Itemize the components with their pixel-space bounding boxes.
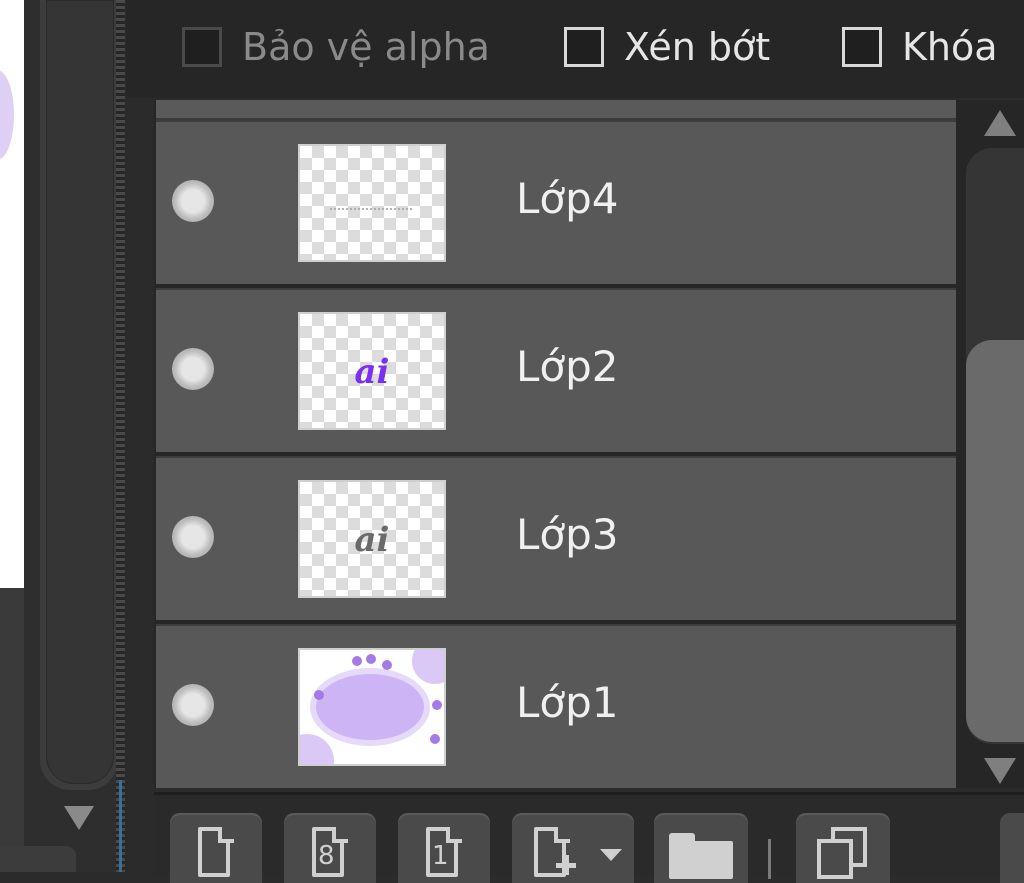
thumbnail-oval (316, 674, 424, 740)
alpha-protect-checkbox[interactable] (182, 27, 222, 67)
layer-options-bar: Bảo vệ alpha Xén bớt Khóa (126, 0, 1024, 98)
scrollbar-thumb[interactable] (966, 340, 1024, 742)
layer-name: Lớp1 (516, 678, 619, 727)
toolbar-button-partial[interactable] (1000, 813, 1024, 883)
new-layer-button[interactable] (170, 813, 262, 883)
new-folder-button[interactable] (654, 813, 748, 883)
duplicate-layer-button[interactable] (796, 813, 890, 883)
new-layer-plus-icon (534, 827, 576, 877)
splitter-accent (119, 780, 122, 872)
clip-option[interactable]: Xén bớt (564, 22, 770, 72)
alpha-protect-option[interactable]: Bảo vệ alpha (182, 22, 490, 72)
layer-thumbnail: ai (298, 480, 446, 598)
thumbnail-dot (432, 700, 442, 710)
lock-option[interactable]: Khóa (842, 22, 998, 72)
clip-label: Xén bớt (624, 25, 771, 69)
scroll-down-icon[interactable] (984, 758, 1016, 784)
new-1bit-layer-icon: 1 (426, 827, 462, 877)
glyph-1: 1 (432, 841, 449, 871)
layer-row[interactable]: ai Lớp2 (156, 288, 956, 452)
copy-front-page (817, 839, 853, 879)
thumbnail-dot (430, 734, 440, 744)
layer-name: Lớp4 (516, 174, 619, 223)
layer-row-partial[interactable] (156, 100, 956, 121)
new-8bit-layer-icon: 8 (312, 827, 348, 877)
new-1bit-layer-button[interactable]: 1 (398, 813, 490, 883)
visibility-toggle-icon[interactable] (172, 348, 214, 390)
layer-name: Lớp2 (516, 342, 619, 391)
thumbnail-dot (382, 660, 392, 670)
layer-name: Lớp3 (516, 510, 619, 559)
duplicate-icon (817, 827, 869, 879)
layer-thumbnail (298, 144, 446, 262)
thumbnail-dot (352, 656, 362, 666)
canvas-scroll-down-icon[interactable] (64, 806, 94, 830)
layer-row[interactable]: ai Lớp3 (156, 456, 956, 620)
chevron-down-icon (600, 849, 622, 861)
canvas-edge[interactable] (0, 0, 24, 588)
thumbnail-dot (366, 654, 376, 664)
new-layer-dropdown-button[interactable] (512, 813, 634, 883)
glyph-8: 8 (318, 841, 335, 871)
thumbnail-blob (300, 734, 334, 764)
layer-toolbar: 8 1 (154, 792, 1024, 883)
canvas-background (0, 588, 24, 872)
plus-icon (556, 855, 576, 875)
alpha-protect-label: Bảo vệ alpha (242, 25, 490, 69)
lock-checkbox[interactable] (842, 27, 882, 67)
new-layer-icon (198, 827, 234, 877)
scroll-up-icon[interactable] (984, 110, 1016, 136)
folder-icon (669, 833, 733, 879)
thumbnail-dot (314, 690, 324, 700)
layer-row[interactable]: Lớp4 (156, 120, 956, 284)
visibility-toggle-icon[interactable] (172, 684, 214, 726)
toolbar-separator (768, 839, 771, 879)
canvas-scrollbar-thumb[interactable] (46, 0, 114, 784)
visibility-toggle-icon[interactable] (172, 516, 214, 558)
layer-list-scrollbar[interactable] (960, 100, 1024, 788)
layer-list[interactable]: Lớp4 ai Lớp2 ai Lớp3 Lớp1 (154, 100, 960, 788)
canvas-status-tab (0, 846, 76, 872)
canvas-artwork-fragment (0, 70, 14, 160)
thumbnail-text: ai (354, 352, 390, 392)
new-8bit-layer-button[interactable]: 8 (284, 813, 376, 883)
thumbnail-blob (412, 650, 444, 684)
visibility-toggle-icon[interactable] (172, 180, 214, 222)
layer-thumbnail (298, 648, 446, 766)
panel-splitter[interactable] (116, 0, 125, 872)
thumbnail-text: ai (354, 520, 390, 560)
layer-row[interactable]: Lớp1 (156, 624, 956, 788)
dashed-line-preview (330, 208, 412, 210)
lock-label: Khóa (902, 25, 998, 69)
layer-thumbnail: ai (298, 312, 446, 430)
clip-checkbox[interactable] (564, 27, 604, 67)
